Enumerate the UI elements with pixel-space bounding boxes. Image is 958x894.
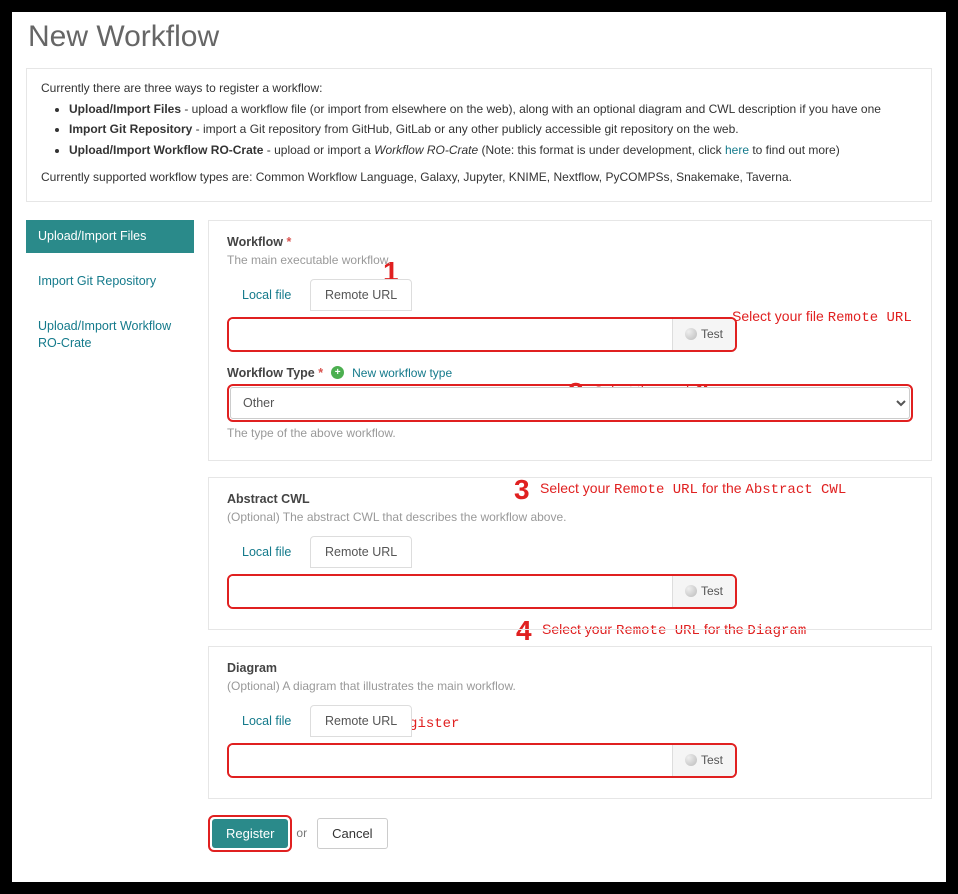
globe-icon	[685, 585, 697, 597]
here-link[interactable]: here	[725, 143, 749, 157]
tab-remote-url[interactable]: Remote URL	[310, 705, 412, 737]
cancel-button[interactable]: Cancel	[317, 818, 387, 849]
new-workflow-type-link[interactable]: New workflow type	[352, 366, 452, 380]
sidebar: Upload/Import Files Import Git Repositor…	[26, 220, 194, 852]
register-button[interactable]: Register	[212, 819, 288, 848]
tab-remote-url[interactable]: Remote URL	[310, 536, 412, 568]
globe-icon	[685, 754, 697, 766]
tab-local-file[interactable]: Local file	[227, 279, 306, 311]
plus-icon: +	[331, 366, 344, 379]
workflow-type-select[interactable]: Other	[230, 387, 910, 419]
sidebar-item-upload-import-files[interactable]: Upload/Import Files	[26, 220, 194, 253]
tab-remote-url[interactable]: Remote URL	[310, 279, 412, 311]
workflow-panel: Workflow * The main executable workflow.…	[208, 220, 932, 461]
cwl-test-button[interactable]: Test	[672, 576, 735, 607]
page-title: New Workflow	[28, 20, 932, 54]
intro-lead: Currently there are three ways to regist…	[41, 79, 917, 98]
workflow-type-hint: The type of the above workflow.	[227, 426, 913, 440]
tab-local-file[interactable]: Local file	[227, 705, 306, 737]
globe-icon	[685, 328, 697, 340]
intro-item: Upload/Import Files - upload a workflow …	[69, 100, 917, 119]
cwl-panel: Abstract CWL (Optional) The abstract CWL…	[208, 477, 932, 630]
intro-box: Currently there are three ways to regist…	[26, 68, 932, 202]
workflow-type-label: Workflow Type *	[227, 366, 323, 380]
cwl-url-input[interactable]	[229, 576, 672, 607]
intro-supported: Currently supported workflow types are: …	[41, 168, 917, 187]
sidebar-item-import-git-repository[interactable]: Import Git Repository	[26, 265, 194, 298]
or-text: or	[296, 826, 307, 840]
sidebar-item-upload-import-ro-crate[interactable]: Upload/Import Workflow RO-Crate	[26, 310, 194, 360]
intro-item: Import Git Repository - import a Git rep…	[69, 120, 917, 139]
intro-item: Upload/Import Workflow RO-Crate - upload…	[69, 141, 917, 160]
diagram-label: Diagram	[227, 661, 913, 675]
tab-local-file[interactable]: Local file	[227, 536, 306, 568]
workflow-url-input[interactable]	[229, 319, 672, 350]
cwl-label: Abstract CWL	[227, 492, 913, 506]
diagram-url-input[interactable]	[229, 745, 672, 776]
diagram-hint: (Optional) A diagram that illustrates th…	[227, 679, 913, 693]
workflow-test-button[interactable]: Test	[672, 319, 735, 350]
diagram-panel: Diagram (Optional) A diagram that illust…	[208, 646, 932, 799]
diagram-test-button[interactable]: Test	[672, 745, 735, 776]
workflow-label: Workflow *	[227, 235, 913, 249]
cwl-hint: (Optional) The abstract CWL that describ…	[227, 510, 913, 524]
workflow-hint: The main executable workflow.	[227, 253, 913, 267]
